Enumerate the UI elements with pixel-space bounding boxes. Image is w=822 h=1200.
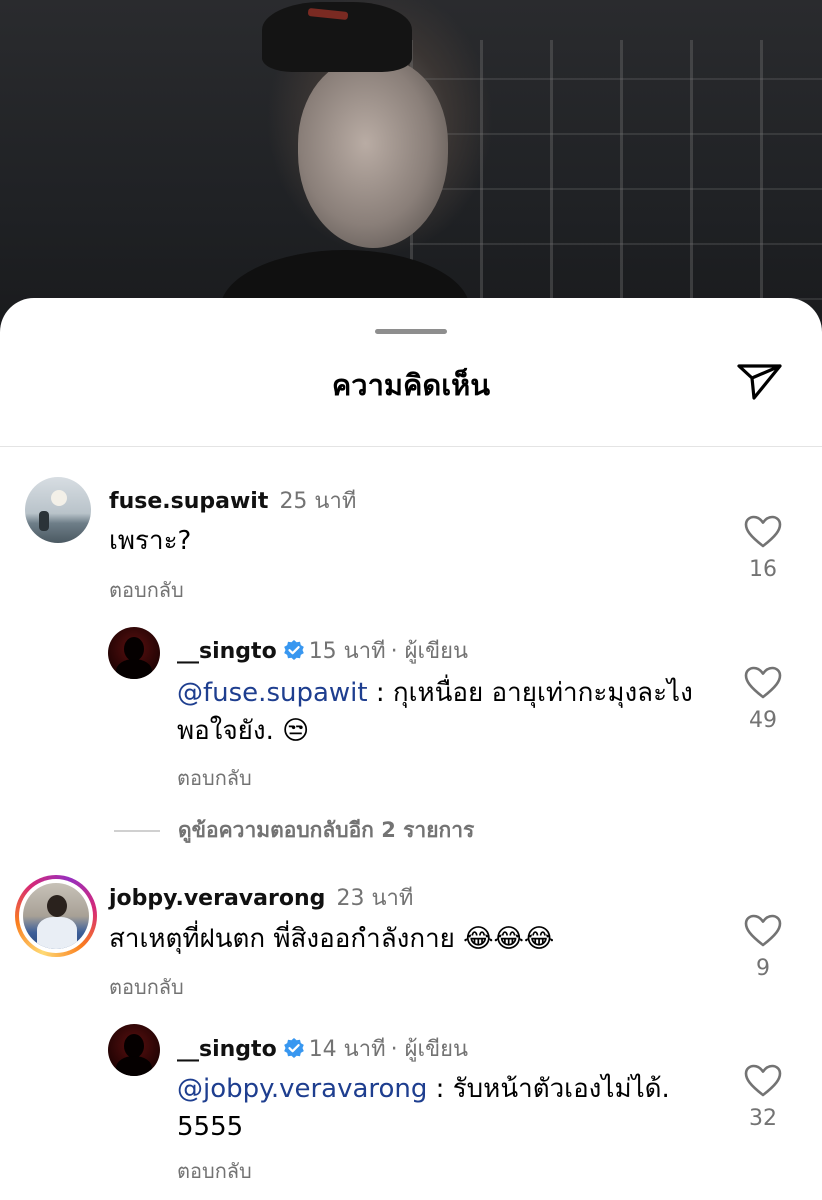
- paper-plane-icon[interactable]: [734, 356, 786, 404]
- author-label: · ผู้เขียน: [390, 1037, 469, 1062]
- comment-time: 14 นาที: [308, 1037, 386, 1062]
- like-count: 32: [749, 1106, 777, 1131]
- avatar: [23, 883, 89, 949]
- mention-link[interactable]: @jobpy.veravarong: [177, 1074, 427, 1104]
- heart-icon: [744, 1064, 782, 1097]
- replies-divider-line: [114, 829, 160, 832]
- verified-badge-icon: [283, 639, 305, 661]
- reply-button[interactable]: ตอบกลับ: [109, 574, 184, 606]
- comment-time: 25 นาที: [279, 489, 357, 514]
- mention-link[interactable]: @fuse.supawit: [177, 678, 368, 708]
- like-button[interactable]: 32: [733, 1064, 793, 1131]
- verified-badge-icon: [283, 1037, 305, 1059]
- comment-text: @fuse.supawit : กุเหนื่อย อายุเท่ากะมุงล…: [177, 674, 722, 750]
- avatar[interactable]: [108, 627, 160, 679]
- comment-time: 15 นาที: [308, 639, 386, 664]
- like-count: 9: [756, 956, 770, 981]
- avatar[interactable]: [108, 1024, 160, 1076]
- comment-username[interactable]: __singto: [177, 639, 277, 664]
- author-label: · ผู้เขียน: [390, 639, 469, 664]
- like-button[interactable]: 16: [733, 515, 793, 582]
- heart-icon: [744, 666, 782, 699]
- comment-text: @jobpy.veravarong : รับหน้าตัวเองไม่ได้.…: [177, 1070, 722, 1146]
- comment-username[interactable]: jobpy.veravarong: [109, 886, 325, 911]
- avatar[interactable]: [25, 477, 91, 543]
- photo-structure: [410, 40, 822, 300]
- comment-text: สาเหตุที่ฝนตก พี่สิงออกำลังกาย 😂😂😂: [109, 924, 555, 954]
- sheet-drag-handle[interactable]: [375, 329, 447, 334]
- comment-time: 23 นาที: [336, 886, 414, 911]
- comment-username[interactable]: __singto: [177, 1037, 277, 1062]
- header-divider: [0, 446, 822, 447]
- heart-icon: [744, 515, 782, 548]
- photo-face: [298, 58, 448, 248]
- sheet-title: ความคิดเห็น: [331, 368, 491, 402]
- reply-button[interactable]: ตอบกลับ: [177, 1155, 252, 1187]
- comment-text: เพราะ?: [109, 526, 192, 556]
- like-count: 49: [749, 708, 777, 733]
- view-more-replies-button[interactable]: ดูข้อความตอบกลับอีก 2 รายการ: [114, 814, 474, 847]
- comment-username[interactable]: fuse.supawit: [109, 489, 268, 514]
- like-button[interactable]: 9: [733, 914, 793, 981]
- like-count: 16: [749, 557, 777, 582]
- avatar-story-ring[interactable]: [15, 875, 97, 957]
- reply-button[interactable]: ตอบกลับ: [177, 762, 252, 794]
- reply-button[interactable]: ตอบกลับ: [109, 971, 184, 1003]
- like-button[interactable]: 49: [733, 666, 793, 733]
- heart-icon: [744, 914, 782, 947]
- view-more-replies-label: ดูข้อความตอบกลับอีก 2 รายการ: [178, 818, 475, 842]
